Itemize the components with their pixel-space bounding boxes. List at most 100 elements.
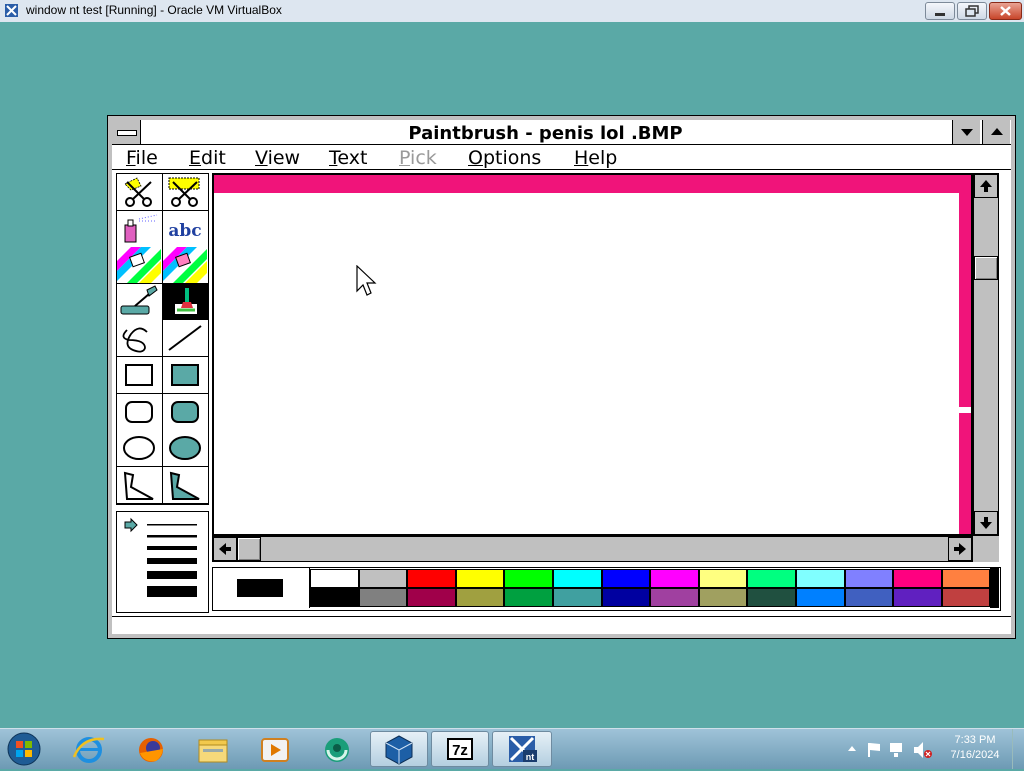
tool-filled-rounded-box[interactable] — [163, 393, 209, 431]
drawing-canvas[interactable] — [212, 173, 973, 536]
color-palette — [212, 567, 1001, 611]
filled-rounded-box-icon — [171, 400, 199, 423]
tool-text-tool[interactable]: abc — [163, 210, 209, 248]
start-orb-icon[interactable] — [4, 730, 44, 768]
scroll-up-button[interactable] — [974, 174, 998, 198]
menu-help[interactable]: Help — [574, 147, 617, 169]
tool-pick-scissors[interactable] — [163, 174, 209, 211]
polygon-icon — [123, 471, 154, 500]
action-center-flag-icon[interactable] — [868, 743, 880, 757]
palette-color[interactable] — [893, 588, 942, 607]
palette-color[interactable] — [553, 569, 602, 588]
palette-color[interactable] — [941, 588, 991, 607]
palette-color[interactable] — [407, 569, 456, 588]
palette-color[interactable] — [407, 588, 456, 607]
vertical-scrollbar[interactable] — [973, 173, 999, 536]
virtualbox-icon — [5, 4, 18, 17]
horizontal-scrollbar[interactable] — [212, 536, 973, 562]
eraser-icon — [163, 247, 207, 284]
palette-color[interactable] — [504, 588, 553, 607]
window-status-strip — [112, 616, 1011, 633]
maximize-button[interactable] — [982, 120, 1010, 144]
palette-color[interactable] — [310, 588, 359, 607]
vertical-scroll-thumb[interactable] — [974, 256, 998, 280]
line-width-box[interactable] — [116, 511, 209, 613]
clock[interactable]: 7:33 PM 7/16/2024 — [940, 733, 1010, 763]
network-icon[interactable] — [890, 743, 902, 757]
palette-color[interactable] — [747, 588, 796, 607]
tool-filled-box[interactable] — [163, 357, 209, 394]
palette-color[interactable] — [844, 569, 894, 588]
tool-paint-roller[interactable] — [117, 283, 163, 321]
line-width-selector[interactable] — [117, 512, 208, 612]
taskbar-windows-nt-vm[interactable]: nt — [492, 731, 552, 767]
curve-icon — [122, 327, 148, 353]
system-menu-button[interactable] — [112, 120, 141, 144]
menu-file[interactable]: File — [126, 147, 158, 169]
palette-color[interactable] — [455, 588, 505, 607]
palette-color[interactable] — [650, 588, 699, 607]
palette-color[interactable] — [455, 569, 505, 588]
menu-edit[interactable]: Edit — [189, 147, 226, 169]
line-icon — [168, 325, 202, 352]
scroll-left-button[interactable] — [213, 537, 237, 561]
palette-color[interactable] — [601, 588, 651, 607]
current-colors — [213, 568, 310, 608]
horizontal-scroll-thumb[interactable] — [237, 537, 261, 561]
tool-polygon[interactable] — [117, 466, 163, 504]
palette-color[interactable] — [747, 569, 796, 588]
taskbar-media-player[interactable] — [248, 731, 302, 767]
scroll-down-button[interactable] — [974, 511, 998, 535]
text-tool-icon: abc — [168, 221, 201, 241]
tool-box[interactable] — [117, 357, 163, 394]
show-desktop-button[interactable] — [1012, 729, 1024, 769]
tool-filled-circle[interactable] — [163, 430, 209, 468]
tool-airbrush[interactable] — [117, 210, 163, 248]
host-window-title: window nt test [Running] - Oracle VM Vir… — [26, 3, 282, 17]
tool-curve[interactable] — [117, 320, 163, 358]
taskbar-firefox[interactable] — [124, 731, 178, 767]
tool-scissors[interactable] — [117, 174, 163, 211]
filled-box-icon — [171, 364, 199, 386]
menu-view[interactable]: View — [255, 147, 300, 169]
minimize-button[interactable] — [952, 120, 980, 144]
palette-color[interactable] — [310, 569, 359, 588]
tool-brush[interactable] — [163, 283, 209, 321]
palette-color[interactable] — [698, 569, 748, 588]
menu-text[interactable]: Text — [329, 147, 367, 169]
tool-rounded-box[interactable] — [117, 393, 163, 431]
tool-circle[interactable] — [117, 430, 163, 468]
tool-color-eraser[interactable] — [117, 247, 163, 285]
host-restore-button[interactable] — [957, 2, 987, 20]
palette-color[interactable] — [504, 569, 553, 588]
tool-line[interactable] — [163, 320, 209, 358]
color-eraser-icon — [117, 247, 161, 284]
menu-options[interactable]: Options — [468, 147, 541, 169]
palette-color[interactable] — [358, 569, 408, 588]
palette-color[interactable] — [893, 569, 942, 588]
palette-color[interactable] — [601, 569, 651, 588]
taskbar-7zip[interactable]: 7z — [431, 731, 489, 767]
taskbar-ie[interactable] — [62, 731, 116, 767]
paint-roller-icon — [120, 285, 158, 315]
taskbar-explorer[interactable] — [186, 731, 240, 767]
palette-color[interactable] — [358, 588, 408, 607]
palette-color[interactable] — [553, 588, 602, 607]
tool-eraser[interactable] — [163, 247, 209, 285]
taskbar-browser[interactable] — [310, 731, 364, 767]
host-title-bar: window nt test [Running] - Oracle VM Vir… — [0, 0, 1024, 23]
palette-color[interactable] — [698, 588, 748, 607]
volume-muted-icon[interactable] — [914, 742, 932, 758]
guest-desktop: Paintbrush - penis lol .BMP File Edit View… — [0, 22, 1024, 728]
palette-color[interactable] — [941, 569, 991, 588]
host-minimize-button[interactable] — [925, 2, 955, 20]
scroll-right-button[interactable] — [948, 537, 972, 561]
tool-filled-polygon[interactable] — [163, 466, 209, 504]
show-hidden-icons-icon[interactable] — [848, 746, 856, 751]
palette-color[interactable] — [844, 588, 894, 607]
palette-color[interactable] — [796, 588, 845, 607]
taskbar-virtualbox[interactable] — [370, 731, 428, 767]
palette-color[interactable] — [650, 569, 699, 588]
palette-color[interactable] — [796, 569, 845, 588]
host-close-button[interactable] — [989, 2, 1022, 20]
